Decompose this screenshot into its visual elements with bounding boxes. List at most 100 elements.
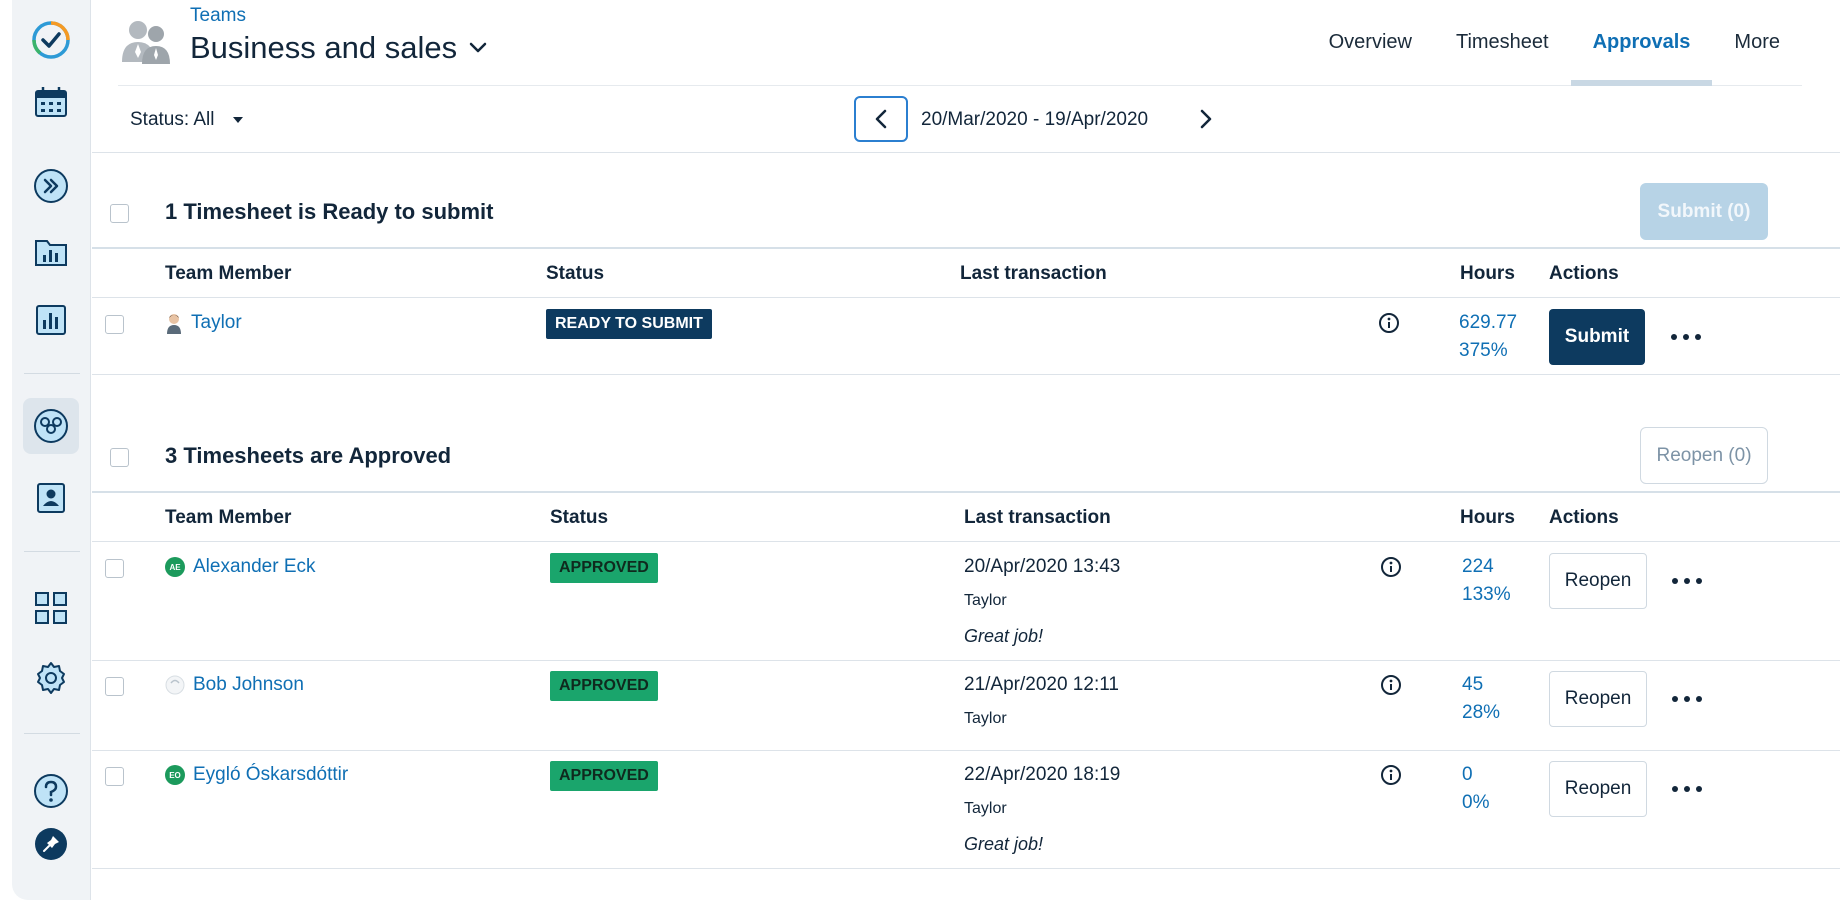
toolbar: Status: All 20/Mar/2020 - 19/Apr/2020 [92, 87, 1840, 153]
sidebar-item-apps[interactable] [23, 580, 79, 636]
breadcrumb[interactable]: Teams [190, 5, 246, 27]
forward-icon [34, 169, 68, 203]
app-logo[interactable] [23, 12, 79, 68]
hours-value[interactable]: 224 133% [1462, 553, 1511, 609]
column-header-member: Team Member [165, 263, 292, 284]
chevron-left-icon [875, 109, 887, 129]
member-name: Bob Johnson [193, 674, 304, 695]
hours-value[interactable]: 0 0% [1462, 761, 1489, 817]
status-badge: APPROVED [550, 671, 658, 701]
sidebar-item-pin[interactable] [23, 816, 79, 872]
status-badge: APPROVED [550, 761, 658, 791]
team-switcher[interactable]: Business and sales [190, 30, 487, 66]
info-icon[interactable] [1380, 764, 1402, 786]
row-checkbox[interactable] [105, 559, 124, 578]
select-all-approved-checkbox[interactable] [110, 448, 129, 467]
sidebar-item-calendar[interactable] [23, 74, 79, 130]
member-link-eyglo-oskarsdottir[interactable]: EO Eygló Óskarsdóttir [165, 764, 348, 786]
sidebar-item-settings[interactable] [23, 650, 79, 706]
reopen-button[interactable]: Reopen [1549, 553, 1647, 609]
approved-section-header: 3 Timesheets are Approved Reopen (0) [92, 425, 1840, 493]
reopen-selected-button[interactable]: Reopen (0) [1640, 427, 1768, 484]
avatar: EO [165, 765, 185, 785]
more-actions-icon[interactable] [1672, 779, 1702, 799]
row-checkbox[interactable] [105, 315, 124, 334]
row-checkbox[interactable] [105, 677, 124, 696]
status-filter-dropdown[interactable]: Status: All [130, 109, 243, 131]
tab-approvals[interactable]: Approvals [1570, 0, 1713, 86]
row-divider [92, 297, 1840, 298]
column-header-status: Status [550, 507, 609, 528]
tab-overview[interactable]: Overview [1307, 0, 1434, 86]
tab-timesheet[interactable]: Timesheet [1434, 0, 1571, 86]
teams-icon [34, 409, 68, 443]
sidebar-item-reports[interactable] [23, 292, 79, 348]
avatar [165, 675, 185, 695]
transaction-time: 21/Apr/2020 12:11 [964, 674, 1119, 695]
member-name: Alexander Eck [193, 556, 316, 577]
status-badge: READY TO SUBMIT [546, 309, 712, 339]
approved-section-title: 3 Timesheets are Approved [165, 443, 452, 468]
member-link-alexander-eck[interactable]: AE Alexander Eck [165, 556, 316, 578]
member-name: Taylor [191, 312, 242, 333]
column-header-last-transaction: Last transaction [960, 263, 1107, 284]
member-link-taylor[interactable]: Taylor [165, 312, 242, 334]
row-divider [92, 541, 1840, 542]
calendar-icon [35, 87, 67, 117]
hours-value[interactable]: 629.77 375% [1459, 309, 1517, 365]
more-actions-icon[interactable] [1672, 571, 1702, 591]
member-link-bob-johnson[interactable]: Bob Johnson [165, 674, 304, 696]
row-divider [92, 374, 1840, 375]
hours-value[interactable]: 45 28% [1462, 671, 1500, 727]
chevron-right-icon [1200, 109, 1212, 129]
transaction-user: Taylor [964, 592, 1007, 609]
previous-period-button[interactable] [854, 96, 908, 142]
hours-total: 45 [1462, 674, 1484, 695]
member-name: Eygló Óskarsdóttir [193, 764, 349, 785]
more-actions-icon[interactable] [1672, 689, 1702, 709]
caret-down-icon [232, 117, 243, 123]
transaction-note: Great job! [964, 626, 1044, 646]
projects-folder-icon [35, 240, 67, 266]
sidebar-item-projects[interactable] [23, 224, 79, 280]
transaction-user: Taylor [964, 800, 1007, 817]
pin-icon [35, 828, 67, 860]
more-actions-icon[interactable] [1671, 327, 1701, 347]
avatar: AE [165, 557, 185, 577]
submit-button[interactable]: Submit [1549, 309, 1645, 365]
info-icon[interactable] [1378, 312, 1400, 334]
sidebar [12, 0, 91, 900]
sidebar-divider [24, 733, 80, 734]
sidebar-item-help[interactable] [23, 763, 79, 819]
sidebar-item-contacts[interactable] [23, 470, 79, 526]
select-all-ready-checkbox[interactable] [110, 204, 129, 223]
row-divider [92, 750, 1840, 751]
help-icon [34, 774, 68, 808]
hours-total: 224 [1462, 556, 1494, 577]
info-icon[interactable] [1380, 556, 1402, 578]
settings-gear-icon [37, 662, 65, 694]
app-logo-icon [32, 21, 70, 59]
reopen-button[interactable]: Reopen [1549, 671, 1647, 727]
team-avatar-icon [122, 21, 170, 64]
column-header-hours: Hours [1460, 507, 1515, 528]
transaction-time: 22/Apr/2020 18:19 [964, 764, 1121, 785]
column-header-actions: Actions [1549, 507, 1619, 528]
ready-section-title: 1 Timesheet is Ready to submit [165, 199, 494, 224]
column-header-actions: Actions [1549, 263, 1619, 284]
next-period-button[interactable] [1188, 101, 1224, 137]
column-header-member: Team Member [165, 507, 292, 528]
row-checkbox[interactable] [105, 767, 124, 786]
sidebar-item-forward[interactable] [23, 158, 79, 214]
column-header-status: Status [546, 263, 605, 284]
tab-more[interactable]: More [1712, 0, 1802, 86]
submit-selected-button[interactable]: Submit (0) [1640, 183, 1768, 240]
info-icon[interactable] [1380, 674, 1402, 696]
nav-tabs: Overview Timesheet Approvals More [1307, 0, 1802, 86]
sidebar-item-teams[interactable] [23, 398, 79, 454]
sidebar-divider [24, 373, 80, 374]
reopen-button[interactable]: Reopen [1549, 761, 1647, 817]
transaction-note: Great job! [964, 834, 1044, 854]
transaction-user: Taylor [964, 710, 1007, 727]
hours-percent: 0% [1462, 792, 1490, 813]
